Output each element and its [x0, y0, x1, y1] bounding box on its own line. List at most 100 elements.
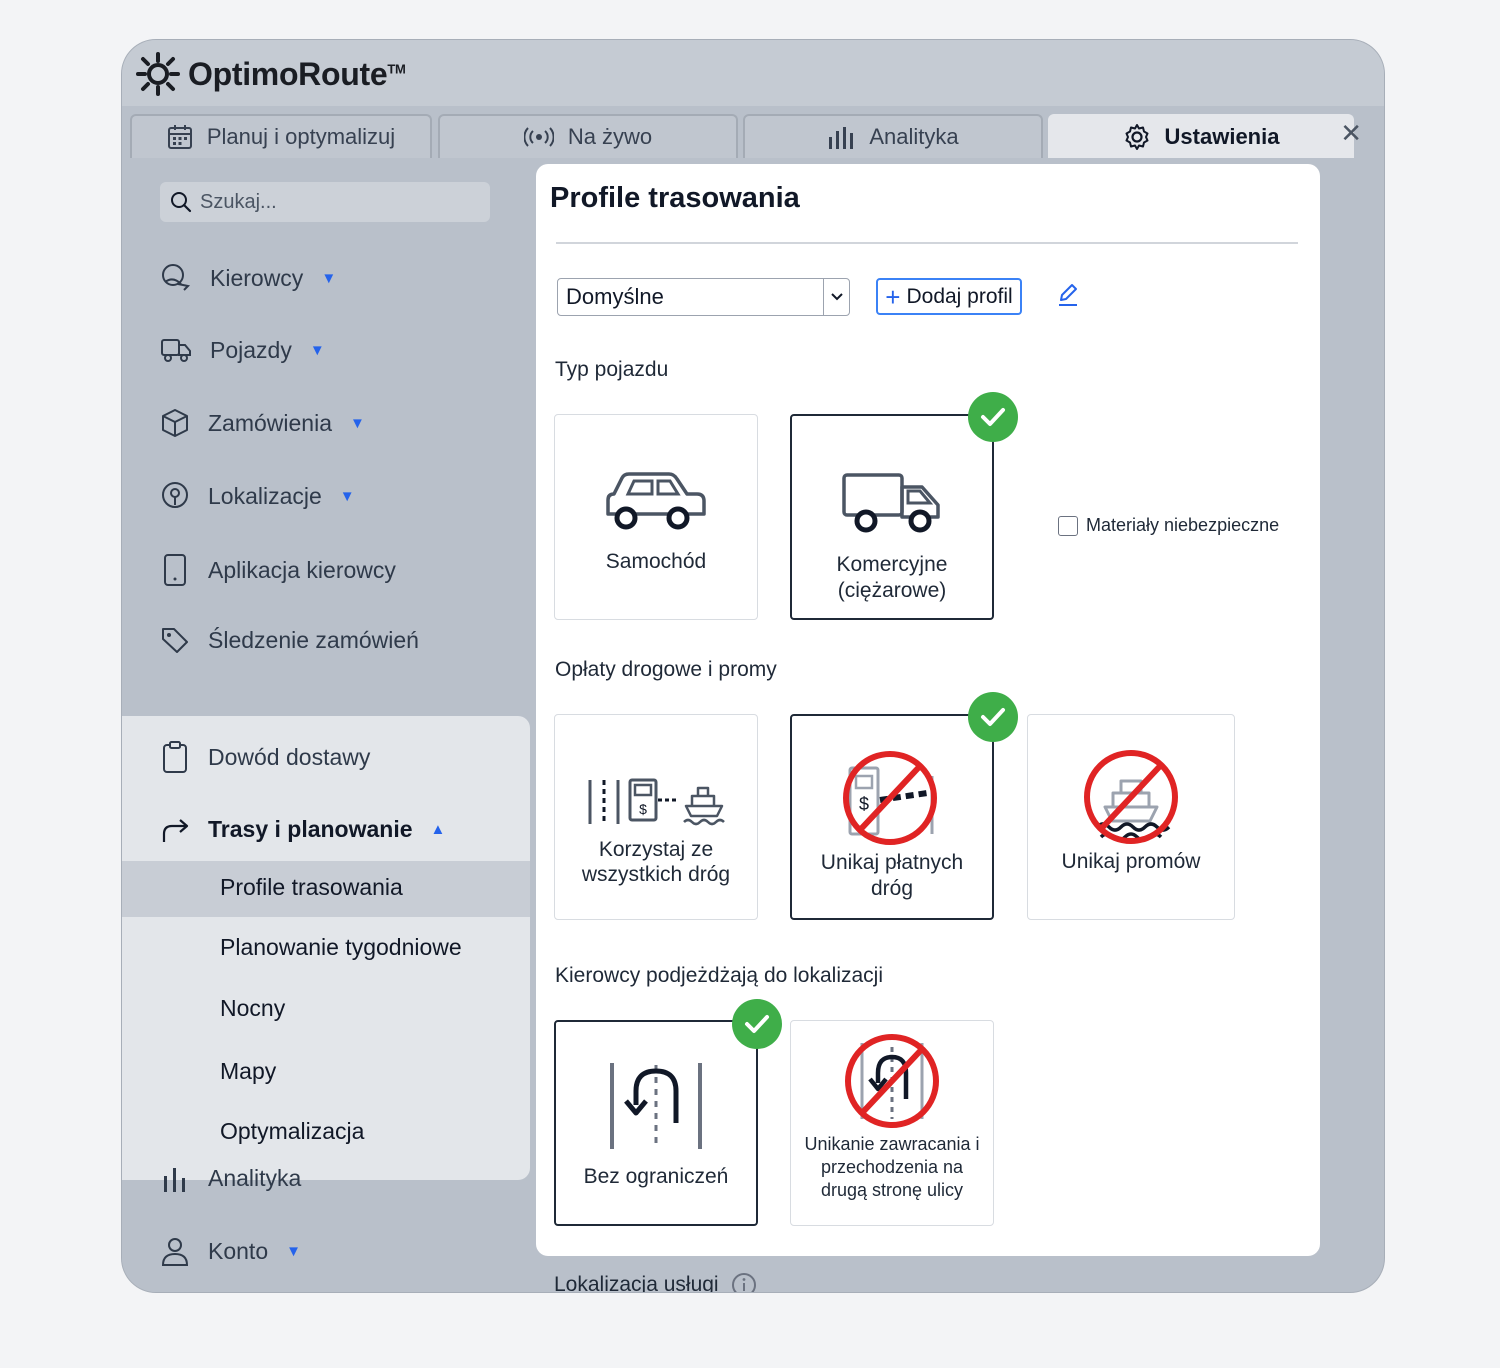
tolls-option-all-roads[interactable]: $ Korzystaj ze wszystkich dróg — [554, 714, 758, 920]
tab-plan[interactable]: Planuj i optymalizuj — [130, 114, 432, 158]
logo-text: OptimoRouteTM — [188, 55, 406, 92]
add-profile-button[interactable]: + Dodaj profil — [876, 278, 1022, 315]
tab-label: Na żywo — [567, 124, 653, 149]
sub-item-optimization[interactable]: Optymalizacja — [220, 1118, 364, 1145]
approach-option-avoid-u-turns[interactable]: Unikanie zawracania i przechodzenia na d… — [790, 1020, 994, 1226]
user-icon — [161, 1238, 189, 1266]
tab-label: Ustawienia — [1164, 124, 1280, 149]
sidebar: Szukaj... Kierowcy ▼ Pojazdy ▼ Zamówieni… — [122, 158, 532, 1292]
caret-down-icon: ▼ — [321, 269, 337, 287]
sidebar-item-account[interactable]: Konto ▼ — [160, 1235, 301, 1267]
caret-down-icon: ▼ — [350, 414, 365, 432]
box-icon — [162, 409, 188, 437]
svg-text:$: $ — [639, 801, 647, 817]
car-icon — [606, 472, 706, 530]
close-icon[interactable]: ✕ — [1340, 118, 1362, 149]
sidebar-item-label: Trasy i planowanie — [208, 815, 413, 842]
sidebar-item-label: Analityka — [208, 1164, 302, 1191]
calendar-icon — [167, 125, 192, 149]
caret-up-icon: ▲ — [430, 820, 446, 838]
location-pin-icon — [162, 482, 188, 508]
tab-settings[interactable]: Ustawienia — [1048, 114, 1354, 158]
selected-check-icon — [968, 692, 1018, 742]
caret-down-icon: ▼ — [339, 487, 355, 505]
service-location-text: Lokalizacja usługi — [554, 1273, 719, 1292]
divider — [556, 242, 1298, 244]
drivers-icon — [162, 264, 191, 291]
card-label: Bez ograniczeń — [583, 1165, 729, 1188]
truck-icon — [161, 339, 191, 362]
tag-icon — [162, 628, 188, 653]
search-input[interactable]: Szukaj... — [160, 182, 490, 222]
toll-road-ferry-icon: $ — [588, 778, 725, 826]
tolls-option-avoid-tolls[interactable]: $ Unikaj płatnych dróg — [790, 714, 994, 920]
svg-text:$: $ — [859, 794, 869, 814]
sidebar-item-label: Kierowcy — [210, 264, 304, 291]
vehicle-option-car[interactable]: Samochód — [554, 414, 758, 620]
approach-label: Kierowcy podjeżdżają do lokalizacji — [555, 964, 884, 987]
logo-icon — [136, 52, 180, 96]
card-label: Unikaj promów — [1061, 850, 1201, 873]
sidebar-item-label: Konto — [208, 1237, 269, 1264]
sidebar-item-label: Aplikacja kierowcy — [208, 556, 396, 583]
search-placeholder: Szukaj... — [200, 190, 277, 213]
plus-icon: + — [885, 281, 901, 312]
sidebar-item-analytics[interactable]: Analityka — [160, 1164, 301, 1192]
profile-select[interactable]: Domyślne — [557, 278, 850, 316]
sub-item-overnight[interactable]: Nocny — [220, 995, 285, 1022]
card-label: Unikaj płatnych dróg — [820, 851, 964, 900]
sidebar-item-label: Śledzenie zamówień — [208, 626, 419, 653]
profile-select-value: Domyślne — [566, 284, 664, 309]
app-window: OptimoRouteTM Planuj i optymalizuj Na ży… — [122, 40, 1384, 1292]
sidebar-item-proof-of-delivery[interactable]: Dowód dostawy — [160, 740, 370, 774]
tab-label: Planuj i optymalizuj — [206, 124, 396, 149]
sidebar-item-label: Zamówienia — [208, 409, 332, 436]
tab-analytics[interactable]: Analityka — [743, 114, 1043, 158]
sidebar-item-label: Lokalizacje — [208, 482, 322, 509]
sub-item-weekly-planning[interactable]: Planowanie tygodniowe — [220, 934, 462, 961]
phone-icon — [164, 554, 186, 586]
chevron-down-icon — [823, 279, 849, 315]
no-ferry-icon — [1084, 750, 1178, 844]
route-arrow-icon — [162, 819, 189, 842]
info-icon[interactable] — [731, 1272, 757, 1292]
vehicle-type-label: Typ pojazdu — [555, 358, 669, 381]
search-icon — [171, 192, 192, 213]
edit-pencil-icon[interactable] — [1056, 282, 1080, 308]
tolls-ferries-label: Opłaty drogowe i promy — [555, 658, 777, 681]
tab-live[interactable]: Na żywo — [438, 114, 738, 158]
settings-panel: Profile trasowania Domyślne + Dodaj prof… — [536, 164, 1320, 1256]
no-toll-road-icon: $ — [843, 751, 937, 845]
u-turn-icon — [610, 1063, 702, 1149]
sidebar-item-drivers[interactable]: Kierowcy ▼ — [160, 262, 336, 294]
add-profile-label: Dodaj profil — [906, 284, 1013, 308]
sidebar-item-vehicles[interactable]: Pojazdy ▼ — [160, 336, 325, 364]
sidebar-item-order-tracking[interactable]: Śledzenie zamówień — [160, 625, 419, 655]
card-label: Komercyjne (ciężarowe) — [836, 553, 948, 602]
sidebar-item-locations[interactable]: Lokalizacje ▼ — [160, 480, 355, 512]
checkbox[interactable] — [1058, 515, 1078, 536]
tolls-option-avoid-ferries[interactable]: Unikaj promów — [1027, 714, 1235, 920]
approach-option-no-restrictions[interactable]: Bez ograniczeń — [554, 1020, 758, 1226]
hazmat-label: Materiały niebezpieczne — [1086, 515, 1280, 535]
truck-icon — [842, 473, 940, 533]
selected-check-icon — [968, 392, 1018, 442]
sidebar-item-orders[interactable]: Zamówienia ▼ — [160, 408, 365, 438]
selected-check-icon — [732, 999, 782, 1049]
service-location-label: Lokalizacja usługi — [554, 1272, 757, 1292]
vehicle-option-commercial[interactable]: Komercyjne (ciężarowe) — [790, 414, 994, 620]
sidebar-item-driver-app[interactable]: Aplikacja kierowcy — [160, 553, 396, 587]
title-bar: OptimoRouteTM — [122, 40, 1384, 106]
sidebar-item-label: Pojazdy — [210, 336, 292, 363]
sidebar-item-routes-planning[interactable]: Trasy i planowanie ▲ — [160, 814, 445, 844]
bar-chart-icon — [829, 127, 854, 149]
card-label: Korzystaj ze wszystkich dróg — [581, 838, 731, 886]
sub-item-routing-profiles[interactable]: Profile trasowania — [220, 874, 403, 901]
gear-icon — [1125, 124, 1149, 150]
sub-item-maps[interactable]: Mapy — [220, 1058, 276, 1085]
routes-section: Dowód dostawy Trasy i planowanie ▲ Profi… — [122, 716, 530, 1180]
page-title: Profile trasowania — [550, 182, 800, 214]
clipboard-icon — [163, 741, 187, 773]
caret-down-icon: ▼ — [309, 341, 325, 359]
hazmat-checkbox[interactable]: Materiały niebezpieczne — [1058, 515, 1279, 536]
